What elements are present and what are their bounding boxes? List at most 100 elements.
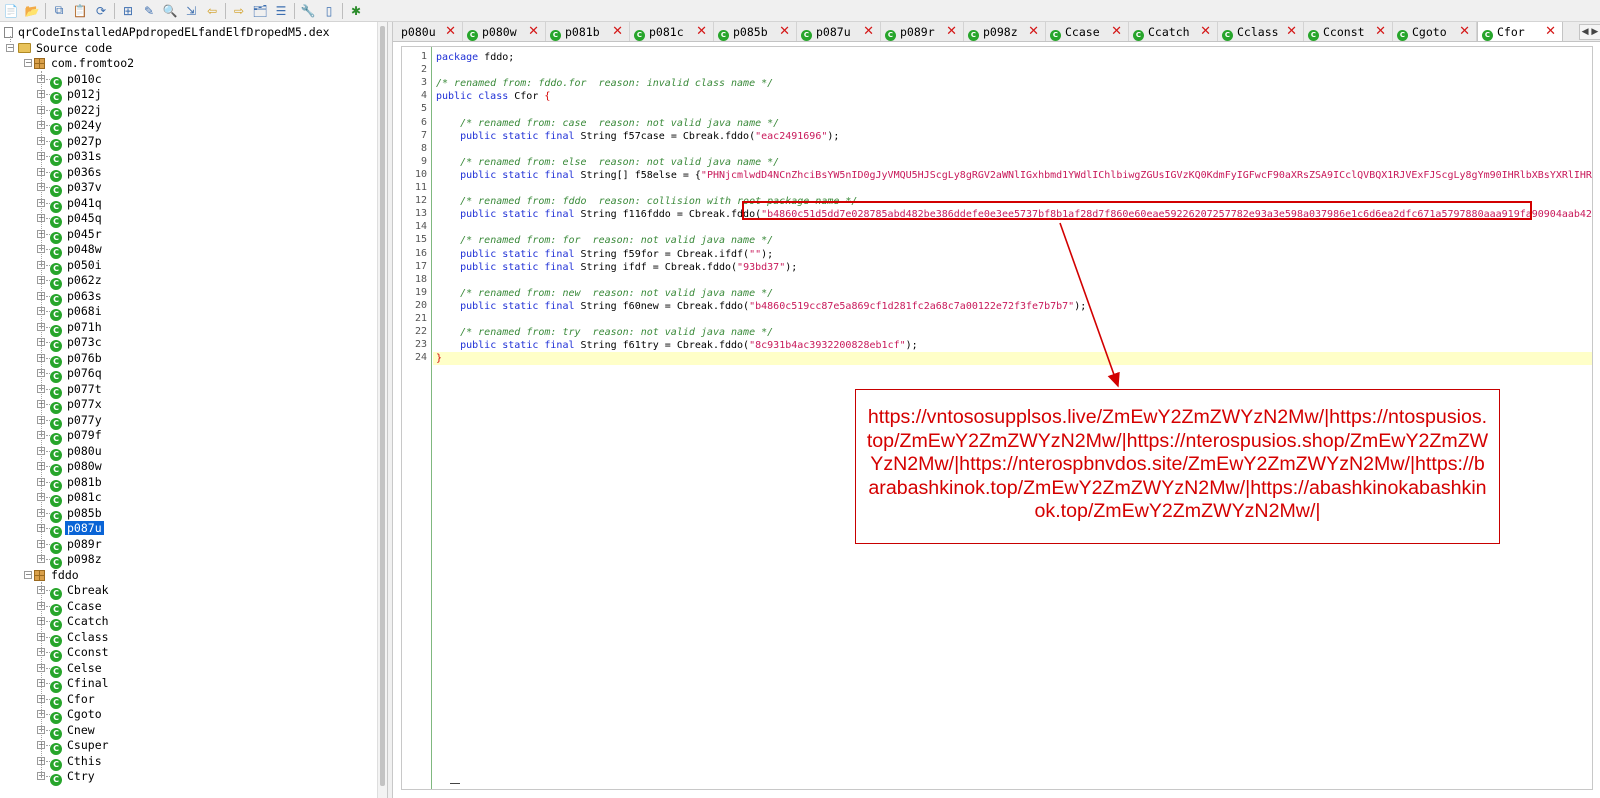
close-icon[interactable]: ✕	[445, 22, 456, 41]
tree-item-class[interactable]: Cp068i	[50, 303, 104, 321]
export-button[interactable]: ⇲	[182, 2, 200, 20]
bug-button[interactable]: ✱	[347, 2, 365, 20]
forward-arrow-button[interactable]: ⇨	[230, 2, 248, 20]
tree-item-class[interactable]: C Celse	[50, 660, 104, 678]
close-icon[interactable]: ✕	[1200, 22, 1211, 41]
tab-Ccase[interactable]: C Ccase ✕	[1046, 22, 1129, 41]
tree-item-class[interactable]: Cp024y	[50, 117, 104, 135]
tab-Cconst[interactable]: C Cconst ✕	[1304, 22, 1393, 41]
tree-item-class[interactable]: Cp022j	[50, 102, 104, 120]
tab-Ccatch[interactable]: C Ccatch ✕	[1129, 22, 1218, 41]
close-icon[interactable]: ✕	[1459, 22, 1470, 41]
tree-item-class[interactable]: C Cbreak	[50, 582, 111, 600]
close-icon[interactable]: ✕	[1375, 22, 1386, 41]
tree-item-class[interactable]: C Cthis	[50, 753, 104, 771]
tab-Cclass[interactable]: C Cclass ✕	[1218, 22, 1304, 41]
tree-item-class[interactable]: Cp079f	[50, 427, 104, 445]
tree-item-class[interactable]: Cp076q	[50, 365, 104, 383]
tree-item-class[interactable]: Cp077x	[50, 396, 104, 414]
tree-item-class[interactable]: Cp081b	[50, 474, 104, 492]
tree-item-class[interactable]: Cp012j	[50, 86, 104, 104]
close-icon[interactable]: ✕	[1545, 22, 1556, 41]
tab-p080w[interactable]: Cp080w ✕	[463, 22, 546, 41]
tree-item-class[interactable]: Cp071h	[50, 319, 104, 337]
tree-item-class[interactable]: Cp041q	[50, 195, 104, 213]
close-icon[interactable]: ✕	[1286, 22, 1297, 41]
tree-item-class[interactable]: C Cclass	[50, 629, 111, 647]
horizontal-scroll-marker[interactable]	[450, 783, 460, 784]
tree-item-class[interactable]: C Csuper	[50, 737, 111, 755]
tree-item-class[interactable]: Cp076b	[50, 350, 104, 368]
wrench-button[interactable]: 🔧	[299, 2, 317, 20]
close-icon[interactable]: ✕	[946, 22, 957, 41]
tree-item-class[interactable]: Cp087u	[50, 520, 104, 538]
collapse-icon[interactable]: −	[24, 570, 32, 579]
tab-p080u[interactable]: p080u ✕	[397, 22, 463, 41]
tree-item-class[interactable]: Cp062z	[50, 272, 104, 290]
tree-item-class[interactable]: Cp063s	[50, 288, 104, 306]
tree-item-class[interactable]: C Cfor	[50, 691, 97, 709]
paste-button[interactable]: 📋	[71, 2, 89, 20]
tab-p098z[interactable]: Cp098z ✕	[964, 22, 1046, 41]
page-button[interactable]: ▯	[320, 2, 338, 20]
tree-item-class[interactable]: Cp010c	[50, 71, 104, 89]
tab-p081c[interactable]: Cp081c ✕	[630, 22, 714, 41]
tree-item-class[interactable]: Cp048w	[50, 241, 104, 259]
tree-item-class[interactable]: C Ccatch	[50, 613, 111, 631]
tab-active-Cfor[interactable]: C Cfor ✕	[1477, 22, 1563, 41]
close-icon[interactable]: ✕	[612, 22, 623, 41]
tree-item-class[interactable]: Cp037v	[50, 179, 104, 197]
project-tree[interactable]: qrCodeInstalledAPpdropedELfandElfDropedM…	[0, 22, 388, 798]
tab-p089r[interactable]: Cp089r ✕	[881, 22, 964, 41]
collapse-icon[interactable]: −	[6, 43, 14, 52]
folder-save-button[interactable]: 🗂	[251, 2, 269, 20]
tree-item-class[interactable]: Cp031s	[50, 148, 104, 166]
close-icon[interactable]: ✕	[528, 22, 539, 41]
tree-item-class[interactable]: C Cconst	[50, 644, 111, 662]
close-icon[interactable]: ✕	[696, 22, 707, 41]
collapse-icon[interactable]: −	[24, 59, 32, 67]
tree-item-class[interactable]: Cp081c	[50, 489, 104, 507]
tree-item-class[interactable]: Cp080w	[50, 458, 104, 476]
tree-scrollbar-thumb[interactable]	[380, 26, 385, 786]
tree-item-class[interactable]: C Ctry	[50, 768, 97, 786]
search-button[interactable]: 🔍	[161, 2, 179, 20]
tree-item-class[interactable]: Cp073c	[50, 334, 104, 352]
tree-item-class[interactable]: Cp050i	[50, 257, 104, 275]
tree-item-class[interactable]: C Cgoto	[50, 706, 104, 724]
open-folder-button[interactable]: 📂	[23, 2, 41, 20]
tree-scrollbar[interactable]	[377, 22, 387, 798]
tree-item-class[interactable]: C Ccase	[50, 598, 104, 616]
close-icon[interactable]: ✕	[863, 22, 874, 41]
copy-button[interactable]: ⧉	[50, 2, 68, 20]
tab-scroll-arrows[interactable]: ◀ ▶	[1579, 24, 1600, 40]
open-file-button[interactable]: 📄	[2, 2, 20, 20]
close-icon[interactable]: ✕	[1111, 22, 1122, 41]
sync-button[interactable]: ⟳	[92, 2, 110, 20]
tree-item-class[interactable]: Cp027p	[50, 133, 104, 151]
tree-item-source-code[interactable]: Source code	[18, 40, 114, 56]
tree-item-package[interactable]: fddo	[34, 567, 81, 583]
tab-p081b[interactable]: Cp081b ✕	[546, 22, 630, 41]
tab-p085b[interactable]: Cp085b ✕	[714, 22, 797, 41]
close-icon[interactable]: ✕	[779, 22, 790, 41]
tree-item-class[interactable]: Cp089r	[50, 536, 104, 554]
tree-item-class[interactable]: Cp036s	[50, 164, 104, 182]
tree-item-class[interactable]: Cp045r	[50, 226, 104, 244]
tree-item-class[interactable]: Cp080u	[50, 443, 104, 461]
tree-item-class[interactable]: Cp077y	[50, 412, 104, 430]
tree-button[interactable]: ⊞	[119, 2, 137, 20]
tree-item-class[interactable]: Cp098z	[50, 551, 104, 569]
back-arrow-button[interactable]: ⇦	[203, 2, 221, 20]
tab-Cgoto[interactable]: C Cgoto ✕	[1393, 22, 1477, 41]
tree-item-package[interactable]: com.fromtoo2	[34, 55, 136, 71]
tab-p087u[interactable]: Cp087u ✕	[797, 22, 881, 41]
tree-item-root-file[interactable]: qrCodeInstalledAPpdropedELfandElfDropedM…	[4, 24, 332, 40]
log-button[interactable]: ☰	[272, 2, 290, 20]
tree-item-class[interactable]: Cp077t	[50, 381, 104, 399]
wand-button[interactable]: ✎	[140, 2, 158, 20]
tree-item-class[interactable]: Cp085b	[50, 505, 104, 523]
tree-item-class[interactable]: Cp045q	[50, 210, 104, 228]
tree-item-class[interactable]: C Cnew	[50, 722, 97, 740]
tree-item-class[interactable]: C Cfinal	[50, 675, 111, 693]
